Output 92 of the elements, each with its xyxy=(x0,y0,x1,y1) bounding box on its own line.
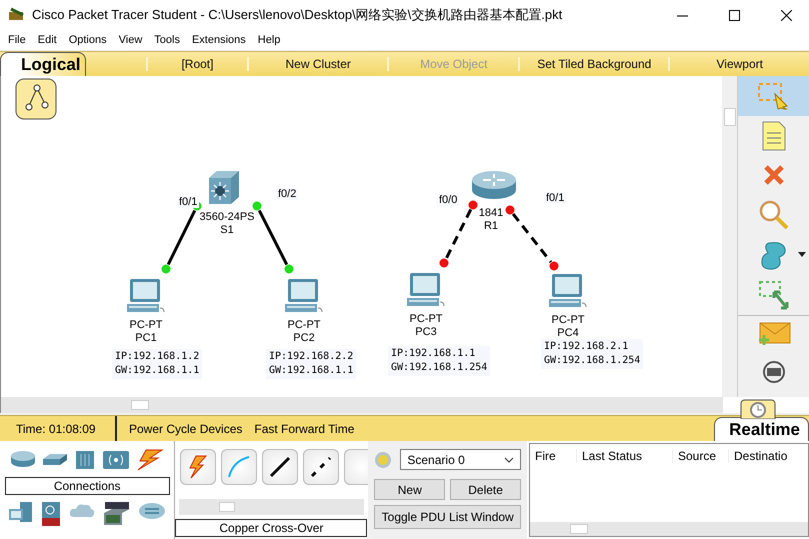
switch-icon[interactable] xyxy=(43,454,68,465)
address-note: IP:192.168.1.1 GW:192.168.1.254 xyxy=(388,346,490,376)
menu-item[interactable]: Edit xyxy=(32,34,63,46)
toolbar-item[interactable]: Viewport xyxy=(668,57,809,71)
device-model-label: PC-PT xyxy=(552,314,584,327)
device-module-icon[interactable] xyxy=(104,502,130,525)
toolbar-item[interactable]: Set Tiled Background xyxy=(518,57,668,71)
straight-cable-icon[interactable] xyxy=(270,456,290,478)
clock-icon[interactable] xyxy=(740,400,776,419)
switch-icon[interactable] xyxy=(209,171,239,204)
address-note: IP:192.168.2.1 GW:192.168.1.254 xyxy=(541,339,644,369)
status-action[interactable]: Fast Forward Time xyxy=(254,422,354,436)
cable-type-button[interactable] xyxy=(303,449,340,485)
cable-line[interactable] xyxy=(166,210,196,266)
search-icon[interactable] xyxy=(759,200,788,230)
computer-icon[interactable] xyxy=(127,279,164,312)
menu-item[interactable]: Extensions xyxy=(186,34,252,46)
menu-item[interactable]: Help xyxy=(252,34,286,46)
device-name-label: S1 xyxy=(220,224,234,237)
logical-tab[interactable]: Logical xyxy=(0,52,86,76)
horizontal-scrollbar[interactable] xyxy=(530,522,808,536)
cable-line[interactable] xyxy=(258,210,288,266)
port-label: f0/1 xyxy=(177,196,200,208)
maximize-icon[interactable] xyxy=(728,10,740,20)
computer-icon[interactable] xyxy=(407,273,444,306)
device-model-label: PC-PT xyxy=(130,319,162,332)
cable-line[interactable] xyxy=(444,208,472,260)
device-model-label: PC-PT xyxy=(288,319,320,332)
device-name-label: PC4 xyxy=(557,327,579,340)
crossover-cable-icon[interactable] xyxy=(311,456,332,478)
computer-icon[interactable] xyxy=(9,502,32,522)
device-name-label: PC2 xyxy=(293,332,315,345)
toolbar-item[interactable]: New Cluster xyxy=(246,57,388,71)
device-model-label: 1841 xyxy=(478,207,504,220)
cable-line[interactable] xyxy=(512,213,552,263)
column-header[interactable]: Source xyxy=(672,449,728,463)
workspace-canvas[interactable] xyxy=(0,76,722,397)
scenario-dropdown[interactable]: Scenario 0 xyxy=(400,449,521,470)
router-icon[interactable] xyxy=(11,451,36,467)
logical-view-icon[interactable] xyxy=(16,78,56,120)
cable-type-button[interactable] xyxy=(262,449,298,485)
device-name-label: PC3 xyxy=(415,326,437,339)
close-icon[interactable] xyxy=(780,10,792,20)
scenario-button[interactable]: New xyxy=(374,479,446,500)
device-name-label: PC1 xyxy=(135,332,157,345)
firewall-icon[interactable] xyxy=(42,502,60,526)
computer-icon[interactable] xyxy=(549,274,586,308)
resize-icon[interactable] xyxy=(758,280,788,309)
port-label: f0/1 xyxy=(544,192,566,204)
app-icon xyxy=(9,8,24,20)
column-header[interactable]: Last Status xyxy=(576,449,672,463)
menu-item[interactable]: File xyxy=(2,34,32,46)
lightning-icon[interactable] xyxy=(190,456,208,478)
horizontal-scrollbar[interactable] xyxy=(179,499,364,515)
realtime-tab[interactable]: Realtime xyxy=(714,417,809,441)
minimize-icon[interactable] xyxy=(676,15,688,16)
select-tool-icon[interactable] xyxy=(758,83,788,110)
device-model-label: 3560-24PS xyxy=(199,211,255,224)
wireless-icon[interactable] xyxy=(103,451,130,469)
window-title: Cisco Packet Tracer Student - C:\Users\lenovo\Desktop\网络实验\交换机路由器基本配置.pkt xyxy=(32,6,564,24)
cable-type-label: Copper Cross-Over xyxy=(175,519,368,537)
toolbar-item[interactable]: [Root] xyxy=(146,57,247,71)
column-header[interactable]: Fire xyxy=(530,449,576,463)
console-cable-icon[interactable] xyxy=(228,456,250,478)
menu-item[interactable]: Options xyxy=(62,34,113,46)
column-header[interactable]: Destinatio xyxy=(728,449,808,463)
status-action[interactable]: Power Cycle Devices xyxy=(129,422,242,436)
toggle-pdu-button[interactable]: Toggle PDU List Window xyxy=(374,505,521,529)
chevron-icon[interactable] xyxy=(504,457,514,462)
address-note: IP:192.168.2.2 GW:192.168.1.1 xyxy=(266,349,356,379)
menu-item[interactable]: View xyxy=(112,34,148,46)
delete-icon[interactable] xyxy=(763,164,784,186)
envelope-icon[interactable] xyxy=(757,322,790,346)
computer-icon[interactable] xyxy=(285,279,322,312)
device-model-label: PC-PT xyxy=(410,313,442,326)
dropdown-caret-icon[interactable] xyxy=(798,252,806,257)
multiuser-cloud-icon[interactable] xyxy=(139,503,166,519)
shape-icon[interactable] xyxy=(760,242,786,270)
port-label: f0/2 xyxy=(276,188,298,200)
port-label: f0/0 xyxy=(437,194,460,206)
menu-item[interactable]: Tools xyxy=(148,34,186,46)
stopwatch-icon[interactable] xyxy=(762,361,784,383)
vertical-scrollbar[interactable] xyxy=(722,76,738,397)
scenario-button[interactable]: Delete xyxy=(450,479,521,500)
lightning-icon[interactable] xyxy=(138,450,164,470)
device-name-label: R1 xyxy=(484,220,498,233)
note-icon[interactable] xyxy=(762,122,785,150)
category-label: Connections xyxy=(4,477,170,495)
hub-icon[interactable] xyxy=(76,451,94,469)
horizontal-scrollbar[interactable] xyxy=(1,397,723,413)
router-icon[interactable] xyxy=(472,171,516,199)
address-note: IP:192.168.1.2 GW:192.168.1.1 xyxy=(112,349,202,379)
